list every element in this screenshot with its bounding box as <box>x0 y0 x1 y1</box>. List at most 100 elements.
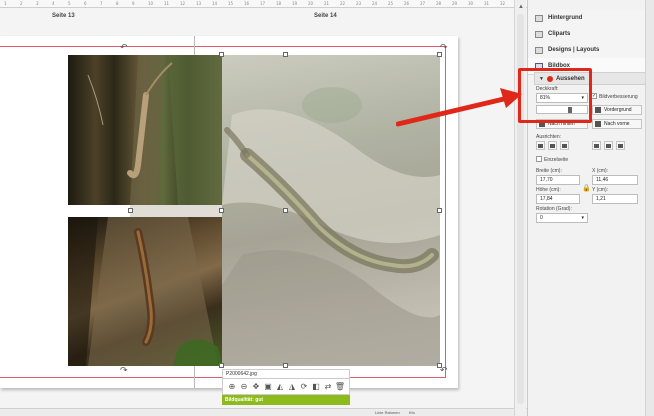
panel-scrollbar[interactable] <box>645 0 654 416</box>
einzelseite-checkbox[interactable] <box>536 156 542 162</box>
photo-book-editor: 1 2 3 4 5 6 7 8 9 10 11 12 13 14 15 16 17 18 19 20 21 22 23 24 2… <box>0 0 654 416</box>
annotation-arrow <box>396 88 522 127</box>
ruler-tick-label: 18 <box>276 1 282 6</box>
photo-lizard-on-stump[interactable] <box>68 217 222 366</box>
y-label: Y (cm): <box>592 187 609 193</box>
properties-panel: Hintergrund Cliparts Designs | Layouts B… <box>527 0 654 416</box>
rotate-icon[interactable]: ⟳ <box>299 381 310 392</box>
ruler-tick-label: 19 <box>292 1 298 6</box>
breite-label: Breite (cm): <box>536 168 562 174</box>
mask-icon[interactable]: ◧ <box>311 381 322 392</box>
ruler-tick-label: 32 <box>500 1 506 6</box>
mirror-icon[interactable]: ◮ <box>287 381 298 392</box>
nach-vorne-button[interactable]: Nach vorne <box>592 119 642 129</box>
rotate-arrow-icon[interactable]: ↶ <box>120 43 128 52</box>
x-label: X (cm): <box>592 168 609 174</box>
ruler-tick-label: 4 <box>52 1 55 6</box>
zoom-in-icon[interactable]: ⊕ <box>227 381 238 392</box>
align-top-icon[interactable] <box>592 141 601 150</box>
image-quality-badge: Bildqualität: gut <box>222 395 350 405</box>
move-icon[interactable]: ✥ <box>251 381 262 392</box>
section-hintergrund[interactable]: Hintergrund <box>528 10 646 27</box>
rotate-arrow-icon[interactable]: ↷ <box>440 43 448 52</box>
ausrichten-label: Ausrichten: <box>536 134 562 140</box>
crop-icon[interactable]: ▣ <box>263 381 274 392</box>
photo-lizard-on-bark[interactable] <box>68 55 222 205</box>
align-middle-icon[interactable] <box>604 141 613 150</box>
ruler-tick-label: 28 <box>436 1 442 6</box>
hoehe-label: Höhe (cm): <box>536 187 561 193</box>
zoom-control[interactable]: Linie Rahmen Kfo <box>375 410 415 415</box>
lizard-bark-graphic <box>87 55 222 205</box>
image-tool-strip: ⊕ ⊖ ✥ ▣ ◭ ◮ ⟳ ◧ ⇄ 🗑 <box>222 379 350 395</box>
lizard-stump-graphic <box>68 217 222 366</box>
section-designs-label: Designs | Layouts <box>548 47 600 53</box>
ruler-tick-label: 2 <box>20 1 23 6</box>
resize-handle-n[interactable] <box>283 52 288 57</box>
resize-handle-s[interactable] <box>283 363 288 368</box>
align-bottom-icon[interactable] <box>616 141 625 150</box>
align-center-icon[interactable] <box>548 141 557 150</box>
ruler-tick-label: 3 <box>36 1 39 6</box>
ruler-tick-label: 10 <box>148 1 154 6</box>
ruler-tick-label: 17 <box>260 1 266 6</box>
background-icon <box>535 14 543 22</box>
image-toolbar: P2000642.jpg ⊕ ⊖ ✥ ▣ ◭ ◮ ⟳ ◧ ⇄ 🗑 Bildqua… <box>222 369 350 408</box>
ruler-tick-label: 25 <box>388 1 394 6</box>
resize-handle-inner[interactable] <box>128 208 133 213</box>
swap-icon[interactable]: ⇄ <box>323 381 334 392</box>
top-ruler: 1 2 3 4 5 6 7 8 9 10 11 12 13 14 15 16 17 18 19 20 21 22 23 24 2… <box>0 0 527 8</box>
page-label-left: Seite 13 <box>52 13 75 19</box>
ruler-tick-label: 13 <box>196 1 202 6</box>
resize-handle-w[interactable] <box>219 208 224 213</box>
resize-handle-sw[interactable] <box>219 363 224 368</box>
breite-input[interactable]: 17,70 <box>536 175 580 185</box>
align-right-icon[interactable] <box>560 141 569 150</box>
resize-handle-nw[interactable] <box>219 52 224 57</box>
zoom-value: Kfo <box>408 410 415 415</box>
rotation-select[interactable]: 0 ▾ <box>536 213 588 223</box>
ruler-tick-label: 11 <box>164 1 170 6</box>
section-designs[interactable]: Designs | Layouts <box>528 42 646 59</box>
rotate-arrow-icon[interactable]: ↶ <box>440 366 448 375</box>
resize-handle-e[interactable] <box>437 208 442 213</box>
einzelseite-label: Einzelseite <box>544 157 569 163</box>
nach-vorne-label: Nach vorne <box>604 121 630 127</box>
flip-icon[interactable]: ◭ <box>275 381 286 392</box>
layout-icon <box>535 46 543 54</box>
annotation-highlight-box <box>518 68 592 123</box>
section-cliparts[interactable]: Cliparts <box>528 26 646 43</box>
y-input[interactable]: 1,21 <box>592 194 638 204</box>
image-filename: P2000642.jpg <box>222 369 350 379</box>
editor-canvas[interactable]: 1 2 3 4 5 6 7 8 9 10 11 12 13 14 15 16 17 18 19 20 21 22 23 24 2… <box>0 0 527 416</box>
x-input[interactable]: 11,46 <box>592 175 638 185</box>
ruler-tick-label: 21 <box>324 1 330 6</box>
hoehe-input[interactable]: 17,84 <box>536 194 580 204</box>
ruler-ticks: 1 2 3 4 5 6 7 8 9 10 11 12 13 14 15 16 17 18 19 20 21 22 23 24 2… <box>0 0 527 7</box>
section-cliparts-label: Cliparts <box>548 31 571 37</box>
canvas-scrollbar[interactable]: ▲ <box>514 0 526 416</box>
ruler-tick-label: 16 <box>244 1 250 6</box>
canvas-status-bar <box>0 408 527 416</box>
zoom-out-icon[interactable]: ⊖ <box>239 381 250 392</box>
zoom-label: Linie Rahmen <box>375 410 400 415</box>
vordergrund-button[interactable]: Vordergrund <box>592 105 642 115</box>
ruler-tick-label: 14 <box>212 1 218 6</box>
aspect-lock-icon[interactable]: 🔒 <box>582 184 591 192</box>
ruler-tick-label: 26 <box>404 1 410 6</box>
ruler-tick-label: 7 <box>100 1 103 6</box>
rotate-arrow-icon[interactable]: ↷ <box>120 366 128 375</box>
delete-icon[interactable]: 🗑 <box>335 381 346 392</box>
ruler-tick-label: 15 <box>228 1 234 6</box>
photo-gap-fill <box>130 205 222 217</box>
rotation-label: Rotation (Grad): <box>536 206 572 212</box>
move-handle-center[interactable] <box>283 208 288 213</box>
ruler-tick-label: 9 <box>132 1 135 6</box>
bildverbesserung-label: Bildverbesserung <box>599 94 638 100</box>
resize-handle-ne[interactable] <box>437 52 442 57</box>
align-left-icon[interactable] <box>536 141 545 150</box>
ruler-tick-label: 5 <box>68 1 71 6</box>
scroll-up-icon[interactable]: ▲ <box>518 4 524 10</box>
bring-forward-icon <box>595 121 601 127</box>
ruler-tick-label: 24 <box>372 1 378 6</box>
